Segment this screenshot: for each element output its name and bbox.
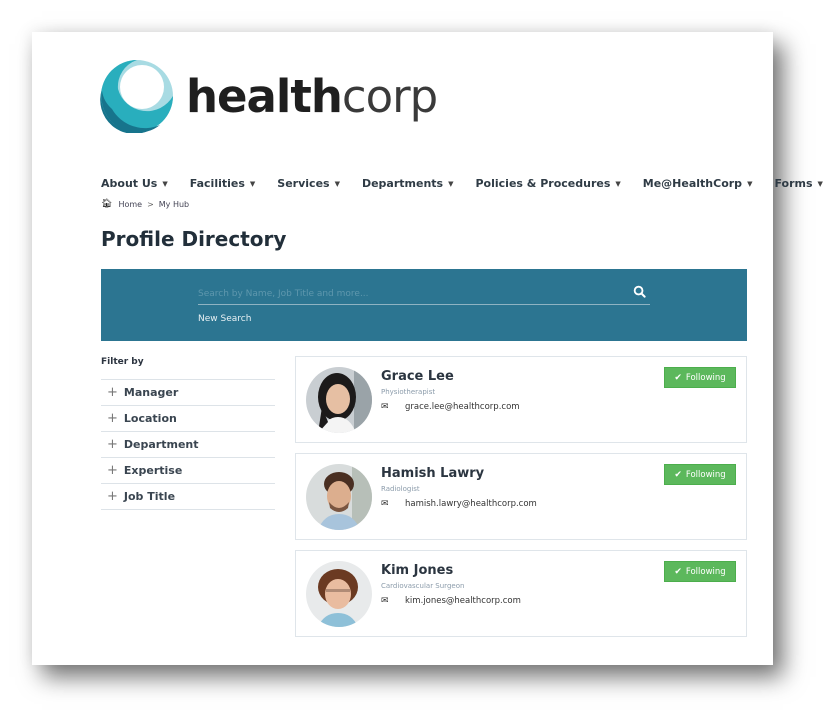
avatar-photo-icon xyxy=(306,367,372,433)
plus-icon: + xyxy=(107,411,118,426)
caret-down-icon: ▼ xyxy=(249,179,256,188)
avatar[interactable] xyxy=(306,367,372,433)
checkmark-icon: ✔ xyxy=(674,469,682,480)
filter-manager[interactable]: + Manager xyxy=(101,380,275,406)
profile-email-row: ✉ grace.lee@healthcorp.com xyxy=(381,402,520,412)
profile-email[interactable]: kim.jones@healthcorp.com xyxy=(405,596,521,606)
profile-name[interactable]: Hamish Lawry xyxy=(381,466,484,481)
avatar-photo-icon xyxy=(306,561,372,627)
plus-icon: + xyxy=(107,437,118,452)
caret-down-icon: ▼ xyxy=(747,179,753,188)
profile-card: Hamish Lawry Radiologist ✉ hamish.lawry@… xyxy=(295,453,747,540)
avatar[interactable] xyxy=(306,464,372,530)
filter-expertise[interactable]: + Expertise xyxy=(101,458,275,484)
plus-icon: + xyxy=(107,463,118,478)
caret-down-icon: ▼ xyxy=(448,179,454,188)
plus-icon: + xyxy=(107,489,118,504)
caret-down-icon: ▼ xyxy=(817,179,823,188)
filter-heading: Filter by xyxy=(101,357,144,367)
following-button[interactable]: ✔ Following xyxy=(664,561,736,582)
search-input[interactable] xyxy=(198,283,650,305)
profile-email-row: ✉ hamish.lawry@healthcorp.com xyxy=(381,499,537,509)
profile-email-row: ✉ kim.jones@healthcorp.com xyxy=(381,596,521,606)
healthcorp-logo[interactable]: healthcorp xyxy=(100,56,438,136)
nav-me-healthcorp[interactable]: Me@HealthCorp ▼ xyxy=(643,177,753,190)
envelope-icon: ✉ xyxy=(381,596,389,606)
profile-name[interactable]: Kim Jones xyxy=(381,563,453,578)
search-icon[interactable] xyxy=(633,285,646,298)
profile-job-title: Physiotherapist xyxy=(381,388,436,396)
profile-job-title: Radiologist xyxy=(381,485,420,493)
profile-email[interactable]: hamish.lawry@healthcorp.com xyxy=(405,499,537,509)
filter-department[interactable]: + Department xyxy=(101,432,275,458)
plus-icon: + xyxy=(107,385,118,400)
caret-down-icon: ▼ xyxy=(334,179,340,188)
caret-down-icon: ▼ xyxy=(615,179,621,188)
envelope-icon: ✉ xyxy=(381,402,389,412)
profile-list: Grace Lee Physiotherapist ✉ grace.lee@he… xyxy=(295,356,747,647)
search-field xyxy=(198,281,650,305)
filter-sidebar: Filter by + Manager + Location + Department… xyxy=(101,357,275,510)
avatar[interactable] xyxy=(306,561,372,627)
home-icon[interactable]: 🏠︎ xyxy=(101,199,112,209)
main-nav: About Us ▼ Facilities ▼ Services ▼ Departme… xyxy=(101,177,836,190)
breadcrumb-my-hub[interactable]: My Hub xyxy=(159,200,189,209)
nav-forms[interactable]: Forms ▼ xyxy=(774,177,822,190)
caret-down-icon: ▼ xyxy=(162,179,168,188)
profile-name[interactable]: Grace Lee xyxy=(381,369,454,384)
profile-card: Kim Jones Cardiovascular Surgeon ✉ kim.j… xyxy=(295,550,747,637)
breadcrumb-home[interactable]: Home xyxy=(118,200,142,209)
profile-email[interactable]: grace.lee@healthcorp.com xyxy=(405,402,520,412)
checkmark-icon: ✔ xyxy=(674,372,682,383)
nav-facilities[interactable]: Facilities ▼ xyxy=(190,177,256,190)
nav-services[interactable]: Services ▼ xyxy=(277,177,340,190)
search-panel: New Search xyxy=(101,269,747,341)
following-button[interactable]: ✔ Following xyxy=(664,367,736,388)
checkmark-icon: ✔ xyxy=(674,566,682,577)
logo-mark-icon xyxy=(100,60,173,133)
breadcrumb: 🏠︎ Home > My Hub xyxy=(101,199,189,209)
page-container: healthcorp About Us ▼ Facilities ▼ Service… xyxy=(32,32,823,665)
nav-departments[interactable]: Departments ▼ xyxy=(362,177,454,190)
profile-job-title: Cardiovascular Surgeon xyxy=(381,582,465,590)
filter-job-title[interactable]: + Job Title xyxy=(101,484,275,510)
filter-location[interactable]: + Location xyxy=(101,406,275,432)
page-title: Profile Directory xyxy=(101,227,287,251)
filter-list: + Manager + Location + Department + Expertis… xyxy=(101,379,275,510)
envelope-icon: ✉ xyxy=(381,499,389,509)
new-search-link[interactable]: New Search xyxy=(198,314,251,324)
nav-policies-procedures[interactable]: Policies & Procedures ▼ xyxy=(476,177,621,190)
profile-card: Grace Lee Physiotherapist ✉ grace.lee@he… xyxy=(295,356,747,443)
avatar-photo-icon xyxy=(306,464,372,530)
following-button[interactable]: ✔ Following xyxy=(664,464,736,485)
breadcrumb-separator: > xyxy=(147,199,154,209)
logo-wordmark: healthcorp xyxy=(186,69,438,123)
nav-about-us[interactable]: About Us ▼ xyxy=(101,177,168,190)
